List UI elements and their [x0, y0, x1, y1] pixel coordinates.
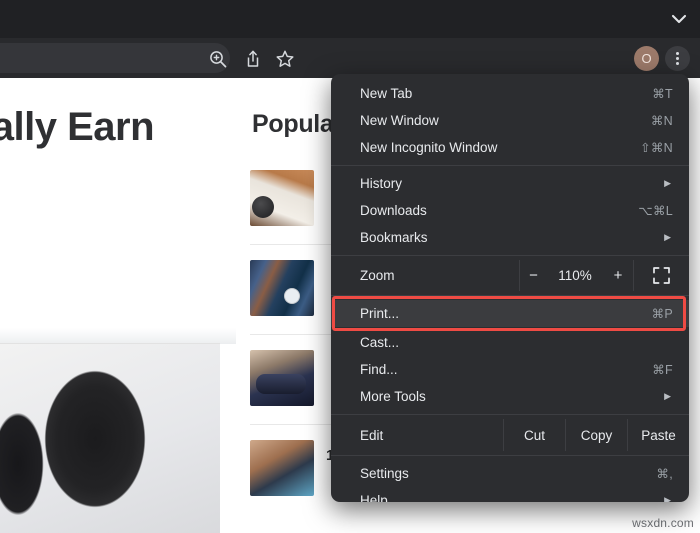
avatar[interactable]: O [634, 46, 659, 71]
magnifier-zoom-in-icon[interactable] [207, 48, 229, 70]
menu-item-shortcut: ⌘N [651, 113, 673, 128]
menu-item-downloads[interactable]: Downloads ⌥⌘L [331, 197, 689, 224]
paste-button[interactable]: Paste [627, 419, 689, 451]
hero-image-strip [0, 328, 240, 344]
menu-item-label: Print... [360, 306, 399, 321]
menu-item-find[interactable]: Find... ⌘F [331, 356, 689, 383]
menu-item-new-window[interactable]: New Window ⌘N [331, 107, 689, 134]
menu-item-label: New Incognito Window [360, 140, 497, 155]
menu-item-label: Bookmarks [360, 230, 428, 245]
divider [331, 455, 689, 456]
zoom-level-value: 110% [547, 260, 603, 291]
menu-item-label: History [360, 176, 402, 191]
browser-title-bar [0, 0, 700, 38]
menu-row-zoom: Zoom − 110% + [331, 260, 689, 291]
chevron-right-icon: ▶ [664, 178, 671, 189]
menu-item-label: New Window [360, 113, 439, 128]
zoom-out-button[interactable]: − [519, 260, 547, 291]
menu-item-settings[interactable]: Settings ⌘, [331, 460, 689, 487]
menu-item-label: Settings [360, 466, 409, 481]
fullscreen-icon[interactable] [633, 260, 689, 291]
menu-item-shortcut: ⌥⌘L [638, 203, 673, 218]
page-headline: eally Earn [0, 105, 154, 150]
divider [331, 255, 689, 256]
menu-item-new-tab[interactable]: New Tab ⌘T [331, 80, 689, 107]
article-thumbnail [250, 260, 314, 316]
menu-item-label: Cast... [360, 335, 399, 350]
hero-image [0, 343, 220, 533]
menu-item-cast[interactable]: Cast... [331, 329, 689, 356]
chevron-right-icon: ▶ [664, 495, 671, 502]
menu-item-help[interactable]: Help ▶ [331, 487, 689, 502]
zoom-in-button[interactable]: + [603, 260, 633, 291]
print-row-wrapper: Print... ⌘P [331, 300, 689, 327]
menu-item-label: More Tools [360, 389, 426, 404]
three-dot-menu-icon[interactable] [665, 46, 690, 71]
menu-item-more-tools[interactable]: More Tools ▶ [331, 383, 689, 410]
menu-item-shortcut: ⇧⌘N [640, 140, 673, 155]
article-thumbnail [250, 440, 314, 496]
share-icon[interactable] [242, 48, 264, 70]
menu-item-new-incognito-window[interactable]: New Incognito Window ⇧⌘N [331, 134, 689, 161]
popular-heading: Popular [252, 110, 343, 139]
zoom-label: Zoom [331, 268, 519, 283]
menu-item-shortcut: ⌘T [652, 86, 673, 101]
chevron-down-icon[interactable] [668, 9, 690, 29]
address-bar[interactable] [0, 43, 230, 73]
menu-item-history[interactable]: History ▶ [331, 170, 689, 197]
chevron-right-icon: ▶ [664, 391, 671, 402]
divider [331, 295, 689, 296]
cut-button[interactable]: Cut [503, 419, 565, 451]
chrome-main-menu: New Tab ⌘T New Window ⌘N New Incognito W… [331, 74, 689, 502]
edit-label: Edit [331, 428, 503, 443]
divider [331, 414, 689, 415]
article-thumbnail [250, 350, 314, 406]
menu-item-bookmarks[interactable]: Bookmarks ▶ [331, 224, 689, 251]
chevron-right-icon: ▶ [664, 232, 671, 243]
menu-item-label: Find... [360, 362, 398, 377]
menu-item-shortcut: ⌘, [656, 466, 673, 481]
menu-item-print[interactable]: Print... ⌘P [331, 300, 689, 327]
copy-button[interactable]: Copy [565, 419, 627, 451]
browser-toolbar [0, 38, 700, 78]
menu-item-shortcut: ⌘P [652, 306, 673, 321]
menu-item-label: Downloads [360, 203, 427, 218]
menu-item-label: Help [360, 493, 388, 502]
article-thumbnail [250, 170, 314, 226]
divider [331, 165, 689, 166]
star-icon[interactable] [274, 48, 296, 70]
site-watermark: wsxdn.com [632, 516, 694, 530]
menu-item-label: New Tab [360, 86, 412, 101]
menu-row-edit: Edit Cut Copy Paste [331, 419, 689, 451]
menu-item-shortcut: ⌘F [652, 362, 673, 377]
